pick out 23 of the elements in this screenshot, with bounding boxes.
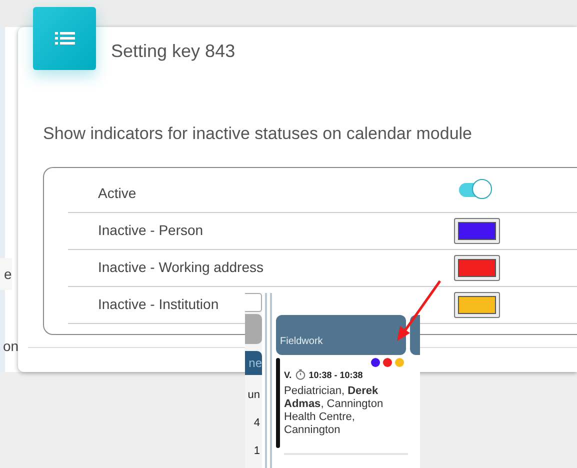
description: Show indicators for inactive statuses on calendar module bbox=[43, 123, 474, 145]
color-picker[interactable] bbox=[454, 292, 500, 318]
color-picker[interactable] bbox=[454, 218, 500, 244]
text-fragment: 4 bbox=[254, 417, 261, 429]
arrow bbox=[397, 280, 442, 341]
text-fragment: e bbox=[0, 258, 12, 290]
color-picker[interactable] bbox=[454, 255, 500, 281]
text-fragment: on bbox=[2, 337, 19, 356]
side-tile bbox=[245, 314, 262, 344]
visit-type: V. bbox=[284, 370, 292, 380]
setting-label: Inactive - Working address bbox=[98, 259, 264, 275]
side-tab[interactable]: ne bbox=[245, 351, 262, 375]
event-details: Pediatrician, Derek Admas, Cannington Health Centre, Cannington bbox=[284, 385, 384, 437]
dialog-title: Setting key 843 bbox=[111, 40, 236, 63]
text-fragment: 1 bbox=[254, 445, 261, 457]
event-time: 10:38 - 10:38 bbox=[308, 370, 363, 380]
setting-label: Active bbox=[98, 185, 136, 201]
setting-label: Inactive - Institution bbox=[98, 296, 219, 312]
event-card[interactable] bbox=[410, 315, 420, 355]
stopwatch-icon bbox=[294, 369, 306, 380]
event-card[interactable]: Fieldwork bbox=[276, 315, 406, 355]
setting-label: Inactive - Person bbox=[98, 222, 204, 238]
text-fragment: un bbox=[248, 389, 261, 401]
